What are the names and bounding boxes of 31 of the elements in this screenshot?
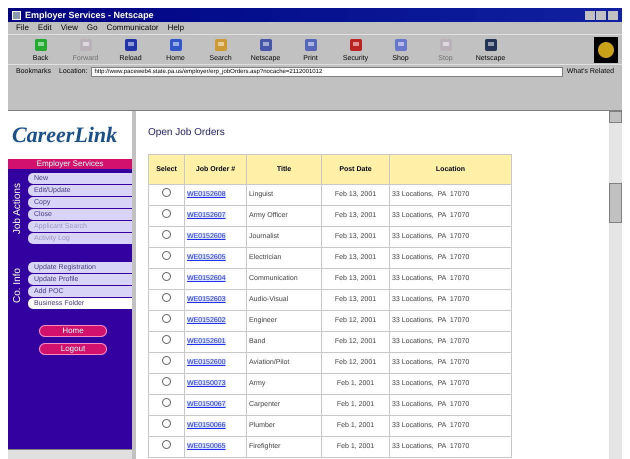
menu-item[interactable]: View xyxy=(60,24,78,32)
radio-button[interactable] xyxy=(162,377,171,386)
radio-button[interactable] xyxy=(162,188,171,198)
radio-button[interactable] xyxy=(162,251,171,260)
section-label: Job Actions xyxy=(13,182,23,234)
menu-item[interactable]: File xyxy=(16,24,29,32)
throbber-icon xyxy=(594,37,618,63)
nav-button[interactable]: Home xyxy=(39,325,107,337)
menu-item[interactable]: Edit xyxy=(38,24,52,32)
radio-button[interactable] xyxy=(162,293,171,302)
section-label: Co. Info xyxy=(13,268,23,304)
radio-button[interactable] xyxy=(162,335,171,344)
app-icon xyxy=(12,10,21,20)
radio-button[interactable] xyxy=(162,419,171,428)
radio-button[interactable] xyxy=(162,230,171,240)
section-header: Employer Services xyxy=(8,159,132,169)
menu-item[interactable]: Go xyxy=(86,24,98,32)
window-controls-icon[interactable] xyxy=(585,10,618,20)
logo: CareerLink xyxy=(12,124,118,146)
radio-button[interactable] xyxy=(162,440,171,450)
radio-button[interactable] xyxy=(162,209,171,218)
menu-item[interactable]: Help xyxy=(168,24,184,32)
page-heading: Open Job Orders xyxy=(148,126,226,140)
vertical-scrollbar[interactable] xyxy=(609,111,622,459)
radio-button[interactable] xyxy=(162,314,171,324)
radio-button[interactable] xyxy=(162,398,171,408)
nav-button[interactable]: Logout xyxy=(39,343,107,355)
window-title: Employer Services - Netscape xyxy=(25,10,154,20)
radio-button[interactable] xyxy=(162,272,171,282)
radio-button[interactable] xyxy=(162,356,171,366)
menu-item[interactable]: Communicator xyxy=(106,24,159,32)
